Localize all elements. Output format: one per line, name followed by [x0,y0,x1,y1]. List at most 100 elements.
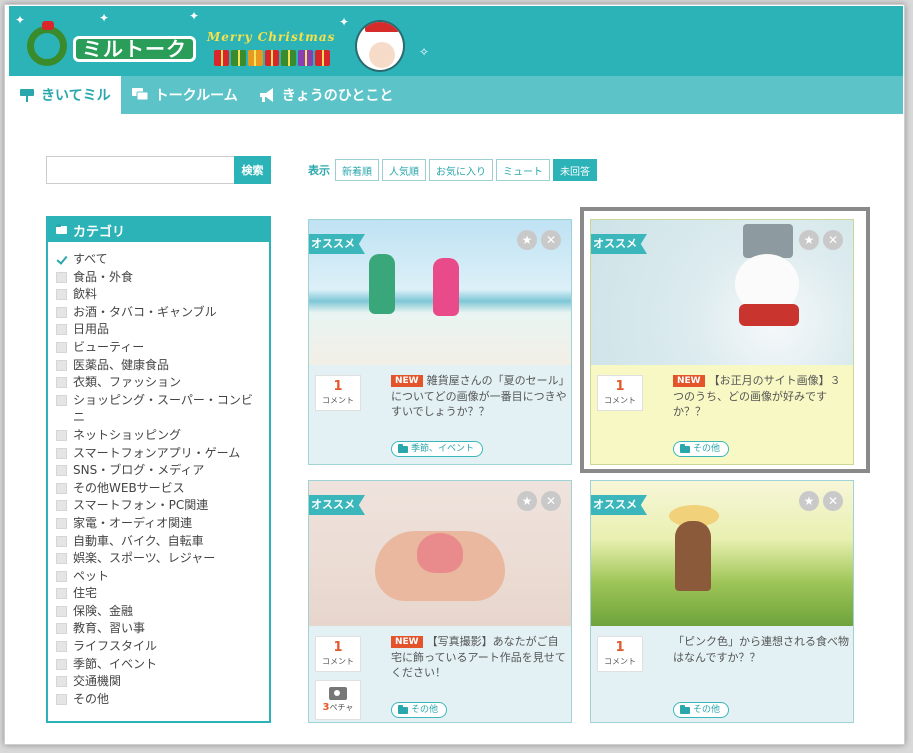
field-girl-photo[interactable]: オススメ ★ ✕ [591,481,853,626]
checkbox[interactable] [56,254,67,265]
checkbox[interactable] [56,570,67,582]
category-item[interactable]: 交通機関 [56,673,269,691]
star-icon[interactable]: ★ [517,491,537,511]
checkbox[interactable] [56,394,67,406]
checkbox[interactable] [56,517,67,529]
filter-newest-button[interactable]: 新着順 [335,159,379,181]
checkbox[interactable] [56,429,67,441]
category-tag[interactable]: その他 [391,702,448,718]
tab-label: トークルーム [154,88,238,104]
filter-muted-button[interactable]: ミュート [496,159,550,181]
checkbox[interactable] [56,324,67,336]
checkbox[interactable] [56,588,67,600]
category-item[interactable]: お酒・タバコ・ギャンブル [56,304,269,322]
star-icon[interactable]: ★ [799,230,819,250]
filter-unanswered-button[interactable]: 未回答 [553,159,597,181]
comment-count[interactable]: 1 コメント [597,636,643,672]
checkbox[interactable] [56,605,67,617]
category-item[interactable]: スマートフォンアプリ・ゲーム [56,445,269,463]
checkbox[interactable] [56,306,67,318]
card-title[interactable]: NEW 【お正月のサイト画像】３つのうち、どの画像が好みですか？？ [673,373,849,420]
checkbox[interactable] [56,341,67,353]
category-item-all[interactable]: すべて [56,251,269,269]
figure [433,258,459,316]
checkbox[interactable] [56,482,67,494]
question-card[interactable]: オススメ ★ ✕ 1 コメント 3ペチャ NEW 【写真撮影】あなたがご自宅に飾っ… [308,480,572,723]
tab-talkroom[interactable]: トークルーム [121,76,248,114]
beach-jump-photo[interactable]: オススメ ★ ✕ [309,220,571,365]
category-item[interactable]: 食品・外食 [56,269,269,287]
category-item[interactable]: 教育、習い事 [56,620,269,638]
question-card[interactable]: オススメ ★ ✕ 1 コメント NEW 【お正月のサイト画像】３つのうち、どの画像… [590,219,854,465]
checkbox[interactable] [56,359,67,371]
category-item[interactable]: 自動車、バイク、自転車 [56,533,269,551]
category-item[interactable]: SNS・ブログ・メディア [56,462,269,480]
checkbox[interactable] [56,623,67,635]
category-item[interactable]: ビューティー [56,339,269,357]
category-item[interactable]: ショッピング・スーパー・コンビニ [56,392,269,427]
checkbox[interactable] [56,447,67,459]
checkbox[interactable] [56,500,67,512]
checkbox[interactable] [56,289,67,301]
photo-count[interactable]: 3ペチャ [315,680,361,720]
card-title[interactable]: 「ピンク色」から連想される食べ物はなんですか？？ [673,634,849,665]
category-item[interactable]: スマートフォン・PC関連 [56,497,269,515]
hands-heart-photo[interactable]: オススメ ★ ✕ [309,481,571,626]
checkbox[interactable] [56,535,67,547]
filter-popular-button[interactable]: 人気順 [382,159,426,181]
category-tag[interactable]: 季節、イベント [391,441,484,457]
heart [417,533,463,573]
filter-favorites-button[interactable]: お気に入り [429,159,493,181]
category-item[interactable]: 保険、金融 [56,603,269,621]
question-card[interactable]: オススメ ★ ✕ 1 コメント NEW 雑貨屋さんの「夏のセール」についてどの画像… [308,219,572,465]
close-icon[interactable]: ✕ [541,230,561,250]
category-item[interactable]: ライフスタイル [56,638,269,656]
checkbox[interactable] [56,658,67,670]
category-item[interactable]: 家電・オーディオ関連 [56,515,269,533]
category-item[interactable]: 衣類、ファッション [56,374,269,392]
snowman-photo[interactable]: オススメ ★ ✕ [591,220,853,365]
pin-icon [20,89,34,102]
category-item[interactable]: 日用品 [56,321,269,339]
star-icon[interactable]: ★ [517,230,537,250]
folder-icon [398,443,408,453]
comment-count[interactable]: 1 コメント [315,375,361,411]
category-tag[interactable]: その他 [673,441,730,457]
comment-count[interactable]: 1 コメント [315,636,361,672]
comment-count[interactable]: 1 コメント [597,375,643,411]
category-item[interactable]: 飲料 [56,286,269,304]
search-button[interactable]: 検索 [234,156,271,184]
checkbox[interactable] [56,676,67,688]
checkbox[interactable] [56,553,67,565]
category-tag[interactable]: その他 [673,702,730,718]
card-title[interactable]: NEW 【写真撮影】あなたがご自宅に飾っているアート作品を見せてください！ [391,634,567,681]
category-item[interactable]: ペット [56,568,269,586]
tab-hitokoto[interactable]: きょうのひとこと [248,76,404,114]
tab-kiitemiru[interactable]: きいてミル [9,76,121,114]
close-icon[interactable]: ✕ [541,491,561,511]
star-icon[interactable]: ★ [799,491,819,511]
santa-mascot-icon [355,20,405,72]
sparkle-icon: ✦ [189,9,200,23]
checkbox[interactable] [56,693,67,705]
card-title[interactable]: NEW 雑貨屋さんの「夏のセール」についてどの画像が一番目につきやすいでしょうか？… [391,373,567,420]
site-logo[interactable]: ミルトーク [73,36,196,62]
search-input[interactable] [46,156,234,184]
close-icon[interactable]: ✕ [823,491,843,511]
category-item[interactable]: 住宅 [56,585,269,603]
checkbox[interactable] [56,271,67,283]
close-icon[interactable]: ✕ [823,230,843,250]
wreath-logo-icon[interactable] [27,21,67,66]
checkbox[interactable] [56,641,67,653]
category-item[interactable]: 季節、イベント [56,656,269,674]
category-item[interactable]: ネットショッピング [56,427,269,445]
sparkle-icon: ✦ [99,11,110,25]
category-item[interactable]: その他WEBサービス [56,480,269,498]
checkbox[interactable] [56,465,67,477]
category-item[interactable]: 医薬品、健康食品 [56,357,269,375]
question-card[interactable]: オススメ ★ ✕ 1 コメント 「ピンク色」から連想される食べ物はなんですか？？… [590,480,854,723]
category-item[interactable]: その他 [56,691,269,709]
checkbox[interactable] [56,377,67,389]
card-body: 1 コメント 「ピンク色」から連想される食べ物はなんですか？？ その他 [591,626,853,726]
category-item[interactable]: 娯楽、スポーツ、レジャー [56,550,269,568]
